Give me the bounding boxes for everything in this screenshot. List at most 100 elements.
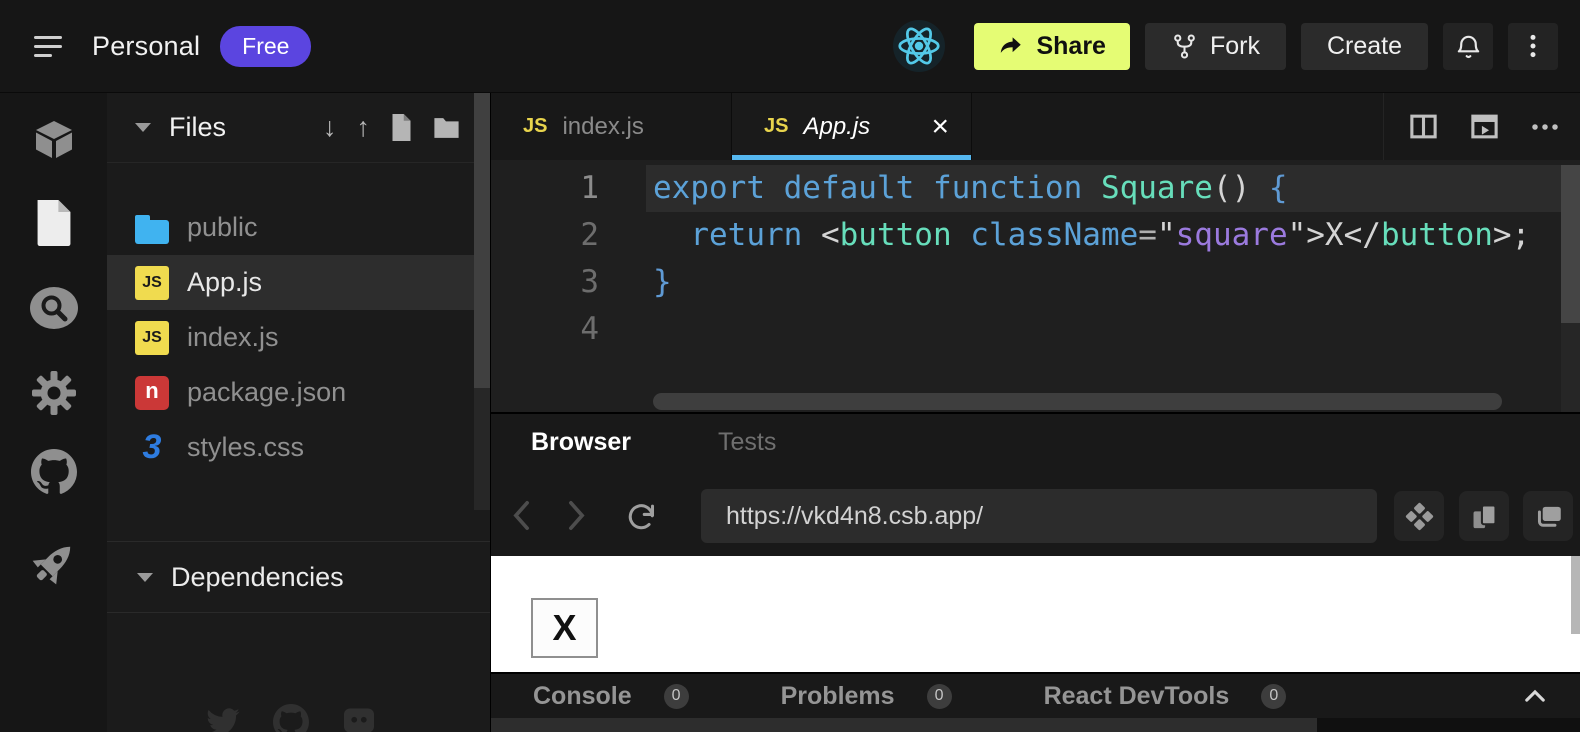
preview-pane-icon[interactable] <box>1469 111 1500 142</box>
github-icon[interactable] <box>272 703 310 732</box>
code-line-2: 2 return <button className="square">X</b… <box>491 212 1580 259</box>
npm-file-icon: n <box>135 376 169 410</box>
expand-console-chevron-icon[interactable] <box>1524 689 1546 703</box>
new-file-icon[interactable] <box>390 114 413 141</box>
code-text: return <button className="square">X</but… <box>646 212 1561 259</box>
fork-icon <box>1171 33 1198 60</box>
create-button[interactable]: Create <box>1301 23 1428 70</box>
browser-preview: X <box>491 556 1580 672</box>
code-line-4: 4 <box>491 306 1580 353</box>
files-panel-actions: ↓ ↑ <box>323 114 460 141</box>
editor-horizontal-scrollbar[interactable] <box>653 393 1502 410</box>
count-badge: 0 <box>1261 684 1286 709</box>
console-tab-label: Console <box>533 682 632 711</box>
refresh-icon[interactable] <box>625 500 658 533</box>
file-row-App.js[interactable]: JS App.js <box>107 255 474 310</box>
preview-scrollbar[interactable] <box>1571 556 1580 634</box>
upload-icon[interactable]: ↑ <box>357 114 371 141</box>
editor-column: JS index.js JS App.js × 1expo <box>490 93 1580 732</box>
bottom-scrollbar[interactable] <box>491 718 1580 732</box>
tab-browser[interactable]: Browser <box>531 428 631 457</box>
download-icon[interactable]: ↓ <box>323 114 337 141</box>
code-lines: 1export default function Square() {2 ret… <box>491 165 1580 353</box>
console-tab-react-devtools[interactable]: React DevTools 0 <box>1044 682 1287 711</box>
line-number: 4 <box>491 306 646 353</box>
file-name: package.json <box>187 377 346 408</box>
twitter-icon[interactable] <box>204 703 242 732</box>
file-row-public[interactable]: public <box>107 200 474 255</box>
code-editor[interactable]: 1export default function Square() {2 ret… <box>491 160 1580 412</box>
open-in-new-window-icon[interactable] <box>1523 491 1573 541</box>
count-badge: 0 <box>927 684 952 709</box>
code-line-3: 3} <box>491 259 1580 306</box>
editor-tabbar: JS index.js JS App.js × <box>491 93 1580 160</box>
line-number: 3 <box>491 259 646 306</box>
console-tab-label: Problems <box>781 682 895 711</box>
console-tab-problems[interactable]: Problems 0 <box>781 682 952 711</box>
console-tab-label: React DevTools <box>1044 682 1230 711</box>
url-input[interactable]: https://vkd4n8.csb.app/ <box>701 489 1377 543</box>
file-row-index.js[interactable]: JS index.js <box>107 310 474 365</box>
file-explorer-icon[interactable] <box>28 197 80 249</box>
count-badge: 0 <box>664 684 689 709</box>
file-row-package.json[interactable]: n package.json <box>107 365 474 420</box>
line-number: 2 <box>491 212 646 259</box>
collapse-chevron-icon <box>137 573 153 582</box>
new-folder-icon[interactable] <box>433 117 460 139</box>
tab-tests[interactable]: Tests <box>718 428 776 457</box>
code-text <box>646 306 1561 353</box>
dependencies-section-header[interactable]: Dependencies <box>107 541 490 613</box>
github-icon[interactable] <box>28 446 80 498</box>
activity-rail <box>0 93 107 732</box>
more-menu-button[interactable] <box>1508 23 1558 70</box>
bell-icon <box>1454 32 1483 61</box>
js-file-icon: JS <box>764 115 788 138</box>
share-button[interactable]: Share <box>974 23 1129 70</box>
share-icon <box>998 33 1024 59</box>
workspace-name[interactable]: Personal <box>92 31 200 62</box>
devices-icon[interactable] <box>1459 491 1509 541</box>
settings-gear-icon[interactable] <box>28 367 80 419</box>
line-number: 1 <box>491 165 646 212</box>
file-row-styles.css[interactable]: 3styles.css <box>107 420 474 475</box>
forward-icon[interactable] <box>568 500 585 531</box>
kebab-menu-icon <box>1520 33 1546 59</box>
plan-badge: Free <box>220 26 311 67</box>
menu-icon[interactable] <box>34 36 64 57</box>
files-scrollbar[interactable] <box>474 93 490 510</box>
console-bar: Console 0 Problems 0 React DevTools 0 <box>491 672 1580 718</box>
browser-panel: Browser Tests https://vkd4n8.csb.app/ <box>491 412 1580 556</box>
tab-app-js[interactable]: JS App.js × <box>732 93 972 160</box>
back-icon[interactable] <box>513 500 530 531</box>
social-links <box>107 703 474 732</box>
css-file-icon: 3 <box>135 431 169 465</box>
editor-more-icon[interactable] <box>1530 112 1560 142</box>
tab-index-js[interactable]: JS index.js <box>491 93 732 160</box>
console-tab-console[interactable]: Console 0 <box>533 682 689 711</box>
sandbox-cube-icon[interactable] <box>28 114 80 166</box>
top-header: Personal Free Share <box>0 0 1580 93</box>
js-file-icon: JS <box>135 321 169 355</box>
codesandbox-app: Personal Free Share <box>0 0 1580 732</box>
collapse-chevron-icon <box>135 123 151 132</box>
editor-actions <box>1383 93 1580 160</box>
file-name: App.js <box>187 267 262 298</box>
search-icon[interactable] <box>28 282 80 334</box>
file-tree: public JS App.js JS index.js n package.json 3st… <box>107 163 474 475</box>
close-tab-icon[interactable]: × <box>931 112 949 142</box>
file-name: index.js <box>187 322 279 353</box>
header-actions: Share Fork Create <box>893 20 1558 72</box>
responsive-preview-icon[interactable] <box>1394 491 1444 541</box>
deploy-rocket-icon[interactable] <box>28 537 80 589</box>
folder-file-icon <box>135 211 169 245</box>
discord-icon[interactable] <box>340 703 378 732</box>
files-panel-title: Files <box>169 112 226 143</box>
files-section-header[interactable]: Files ↓ ↑ <box>107 93 474 163</box>
fork-button[interactable]: Fork <box>1145 23 1286 70</box>
square-button[interactable]: X <box>531 598 598 658</box>
files-panel: Files ↓ ↑ public JS App.js JS index.js npacka… <box>107 93 490 732</box>
editor-vertical-scrollbar[interactable] <box>1561 165 1580 412</box>
notifications-button[interactable] <box>1443 23 1493 70</box>
split-view-icon[interactable] <box>1408 111 1439 142</box>
js-file-icon: JS <box>135 266 169 300</box>
